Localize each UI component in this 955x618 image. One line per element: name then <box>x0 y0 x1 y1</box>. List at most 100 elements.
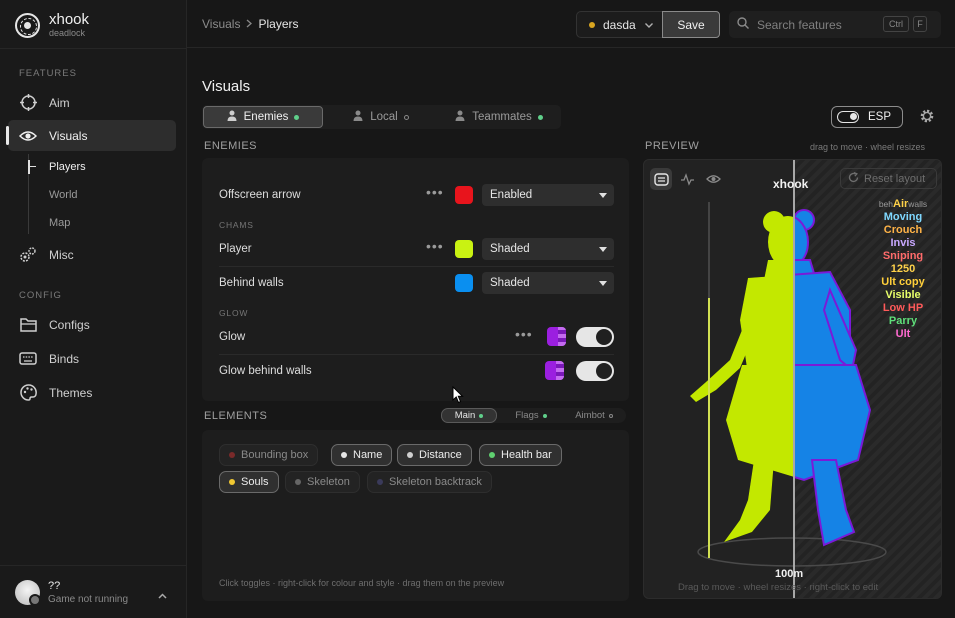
preview-distance[interactable]: 100m <box>775 568 803 580</box>
reset-layout-label: Reset layout <box>864 172 926 185</box>
chip-health-bar[interactable]: Health bar <box>479 444 562 466</box>
flag-1250: 1250 <box>890 263 916 275</box>
search-placeholder: Search features <box>757 17 842 32</box>
eye-icon <box>19 127 37 145</box>
preview-canvas[interactable]: xhook Reset layout behAirwalls Moving Cro… <box>643 159 942 599</box>
split-divider[interactable] <box>793 160 795 598</box>
sidebar-item-configs[interactable]: Configs <box>8 309 176 340</box>
user-status: Game not running <box>48 593 129 605</box>
sidebar-item-label: Binds <box>49 351 80 366</box>
subnav-active-tick <box>28 160 36 174</box>
eye-tool-icon[interactable] <box>702 168 724 190</box>
profile-select[interactable]: dasda <box>576 11 663 38</box>
glow-behind-color[interactable] <box>545 361 564 380</box>
layout-tool-icon[interactable] <box>650 168 672 190</box>
chip-dot <box>341 452 347 458</box>
search-icon <box>737 17 749 32</box>
save-button[interactable]: Save <box>662 11 720 38</box>
chip-label: Distance <box>419 449 462 461</box>
preview-flags[interactable]: behAirwalls Moving Crouch Invis Sniping 1250… <box>872 198 934 341</box>
subnav-map[interactable]: Map <box>49 217 70 229</box>
brand: xhook deadlock <box>15 10 89 40</box>
behind-walls-color[interactable] <box>455 274 473 292</box>
elements-hint: Click toggles · right-click for colour a… <box>219 578 505 588</box>
pulse-tool-icon[interactable] <box>676 168 698 190</box>
chip-label: Skeleton <box>307 476 350 488</box>
subnav-players[interactable]: Players <box>49 161 86 173</box>
chip-souls[interactable]: Souls <box>219 471 279 493</box>
sidebar: xhook deadlock FEATURES Aim Visuals Play… <box>0 0 187 618</box>
person-icon <box>353 110 363 124</box>
offscreen-arrow-color[interactable] <box>455 186 473 204</box>
glow-behind-toggle[interactable] <box>576 361 614 381</box>
sidebar-item-label: Visuals <box>49 128 88 143</box>
breadcrumb-visuals[interactable]: Visuals <box>202 17 240 31</box>
person-icon <box>455 110 465 124</box>
search-input[interactable]: Search features Ctrl F <box>729 11 941 38</box>
kbd-ctrl: Ctrl <box>883 16 909 32</box>
subtab-main[interactable]: Main <box>441 408 497 423</box>
sidebar-item-aim[interactable]: Aim <box>8 87 176 118</box>
sidebar-item-label: Misc <box>49 247 74 262</box>
enemies-panel: Offscreen arrow ••• Enabled CHAMS Player… <box>202 158 629 401</box>
user-panel[interactable]: ?? Game not running <box>0 565 187 618</box>
tab-enemies[interactable]: Enemies <box>203 106 323 128</box>
glow-color[interactable] <box>547 327 566 346</box>
user-name: ?? <box>48 579 61 592</box>
chevron-right-icon <box>246 17 253 31</box>
glow-toggle[interactable] <box>576 327 614 347</box>
target-tabs: Enemies Local Teammates <box>202 105 561 129</box>
app-name: xhook <box>49 10 90 28</box>
caret-down-icon <box>599 193 607 198</box>
chip-label: Souls <box>241 476 269 488</box>
sidebar-item-binds[interactable]: Binds <box>8 343 176 374</box>
profile-status-dot <box>589 21 595 28</box>
offscreen-arrow-select[interactable]: Enabled <box>482 184 614 206</box>
select-value: Enabled <box>490 189 533 201</box>
chip-label: Bounding box <box>241 449 309 461</box>
more-options-icon[interactable]: ••• <box>426 238 444 254</box>
player-chams-select[interactable]: Shaded <box>482 238 614 260</box>
chip-skeleton-backtrack[interactable]: Skeleton backtrack <box>367 471 492 493</box>
caret-down-icon <box>599 247 607 252</box>
sidebar-item-themes[interactable]: Themes <box>8 377 176 408</box>
chip-skeleton[interactable]: Skeleton <box>285 471 360 493</box>
tab-local[interactable]: Local <box>326 106 436 128</box>
chip-bounding-box[interactable]: Bounding box <box>219 444 319 466</box>
select-value: Shaded <box>490 243 530 255</box>
app-subtitle: deadlock <box>49 27 86 38</box>
subtab-dot <box>479 413 484 418</box>
sidebar-item-misc[interactable]: Misc <box>8 239 176 270</box>
chevron-up-icon[interactable] <box>158 588 167 602</box>
behind-walls-select[interactable]: Shaded <box>482 272 614 294</box>
reset-layout-button[interactable]: Reset layout <box>840 168 937 189</box>
chip-label: Health bar <box>501 449 552 461</box>
subtab-dot <box>542 413 547 418</box>
chip-distance[interactable]: Distance <box>397 444 472 466</box>
chip-name[interactable]: Name <box>331 444 393 466</box>
esp-toggle[interactable]: ESP <box>831 106 903 128</box>
chip-dot <box>295 479 301 485</box>
elements-header: ELEMENTS <box>204 410 268 422</box>
gear-icon[interactable] <box>919 108 935 127</box>
subtab-aimbot[interactable]: Aimbot <box>565 408 623 423</box>
subnav-world[interactable]: World <box>49 189 78 201</box>
sidebar-item-visuals[interactable]: Visuals <box>6 120 176 151</box>
flag-ult: Ult <box>895 328 911 340</box>
tab-label: Teammates <box>472 111 532 123</box>
tab-label: Local <box>370 111 398 123</box>
flag-sniping: Sniping <box>882 250 924 262</box>
player-chams-color[interactable] <box>455 240 473 258</box>
flag-visible: Visible <box>885 289 921 301</box>
gears-icon <box>19 246 37 264</box>
sidebar-item-label: Configs <box>49 317 90 332</box>
preview-player-name[interactable]: xhook <box>773 177 808 191</box>
more-options-icon[interactable]: ••• <box>426 184 444 200</box>
flag-low-hp: Low HP <box>882 302 924 314</box>
subtab-flags[interactable]: Flags <box>503 408 559 423</box>
palette-icon <box>19 384 37 402</box>
more-options-icon[interactable]: ••• <box>515 326 533 342</box>
tab-label: Enemies <box>243 111 289 123</box>
tab-teammates[interactable]: Teammates <box>438 106 560 128</box>
enemies-header: ENEMIES <box>204 140 258 152</box>
